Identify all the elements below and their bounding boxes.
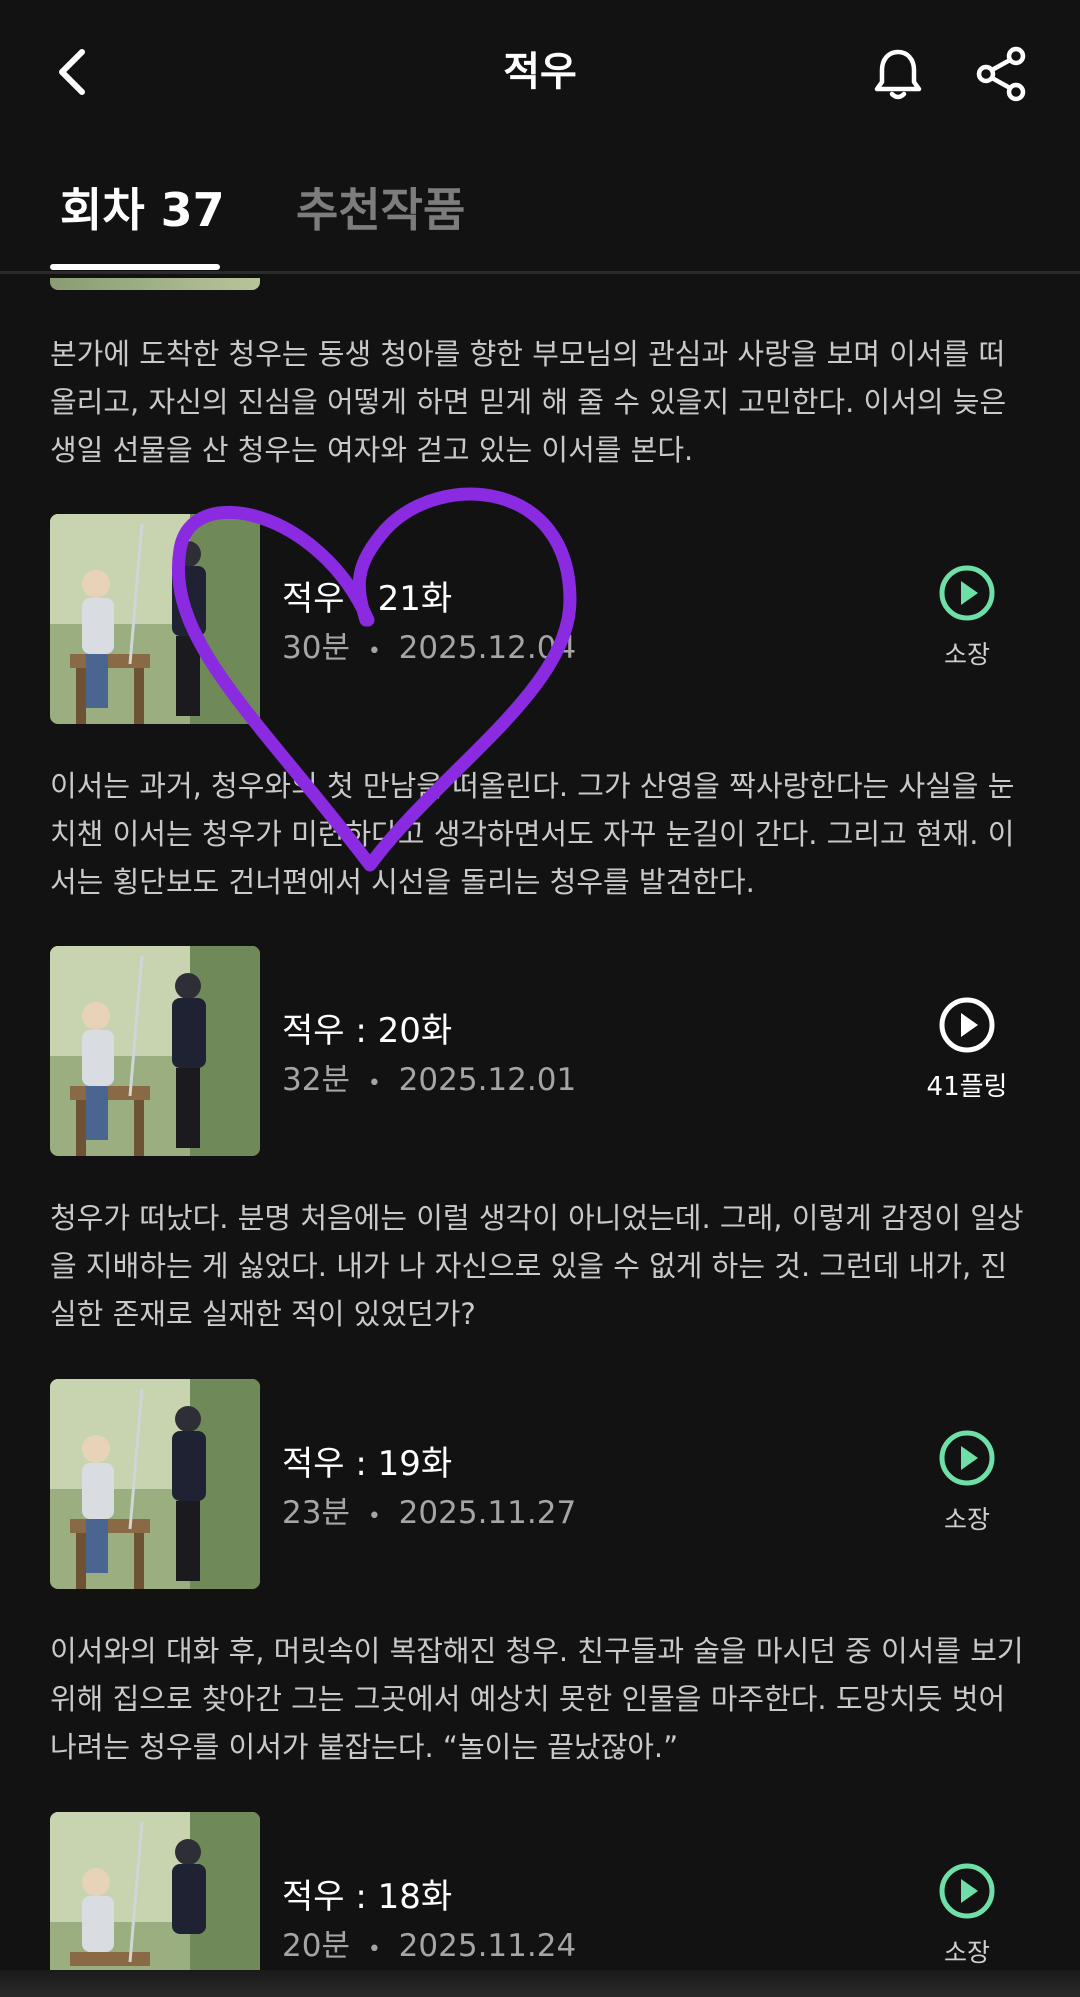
episode-duration: 23분 (282, 1495, 350, 1531)
play-circle-icon (939, 565, 995, 621)
episode-description: 이서와의 대화 후, 머릿속이 복잡해진 청우. 친구들과 술을 마시던 중 이… (50, 1634, 1024, 1764)
owned-status-label: 소장 (943, 1505, 990, 1534)
play-circle-icon (939, 1863, 995, 1919)
bell-icon (874, 49, 922, 100)
active-tab-indicator (50, 264, 220, 270)
episode-description: 청우가 떠났다. 분명 처음에는 이럴 생각이 아니었는데. 그래, 이렇게 감… (50, 1201, 1024, 1331)
episode-title: 적우 : 21화 (282, 579, 453, 619)
episode-thumbnail (50, 946, 260, 1156)
episode-meta: 23분 • 2025.11.27 (282, 1491, 576, 1539)
episode-duration: 30분 (282, 630, 350, 666)
episode-thumbnail (50, 1812, 260, 1970)
play-button[interactable] (938, 1429, 996, 1487)
episode-item-18[interactable]: 적우 : 18화 20분 • 2025.11.24 소장 (0, 1812, 1080, 1970)
tab-recommended[interactable]: 추천작품 (296, 180, 465, 240)
share-button[interactable] (972, 44, 1032, 104)
bottom-shadow (0, 1970, 1080, 1997)
meta-separator: • (367, 1071, 381, 1096)
episode-thumbnail-partial (50, 278, 260, 290)
episode-item-20[interactable]: 적우 : 20화 32분 • 2025.12.01 41플링 (0, 946, 1080, 1158)
notification-button[interactable] (868, 44, 928, 104)
episode-title: 적우 : 18화 (282, 1877, 453, 1917)
episode-title: 적우 : 19화 (282, 1444, 453, 1484)
episode-thumbnail (50, 514, 260, 724)
episode-date: 2025.12.01 (398, 1062, 577, 1098)
play-button[interactable] (938, 996, 996, 1054)
price-label: 41플링 (926, 1072, 1008, 1102)
episode-meta: 32분 • 2025.12.01 (282, 1058, 576, 1106)
owned-status-label: 소장 (943, 640, 990, 669)
episode-date: 2025.11.24 (398, 1928, 577, 1964)
share-icon (976, 46, 1026, 102)
meta-separator: • (367, 1504, 381, 1529)
episode-description: 본가에 도착한 청우는 동생 청아를 향한 부모님의 관심과 사랑을 보며 이서… (50, 337, 1007, 467)
episode-thumbnail (50, 1379, 260, 1589)
episode-date: 2025.12.04 (398, 630, 577, 666)
play-button[interactable] (938, 1862, 996, 1920)
tab-episodes[interactable]: 회차 37 (60, 180, 225, 240)
play-button[interactable] (938, 564, 996, 622)
play-circle-icon (939, 997, 995, 1053)
play-circle-icon (939, 1430, 995, 1486)
episode-description: 이서는 과거, 청우와의 첫 만남을 떠올린다. 그가 산영을 짝사랑한다는 사… (50, 769, 1015, 899)
episode-duration: 20분 (282, 1928, 350, 1964)
episode-date: 2025.11.27 (398, 1495, 577, 1531)
episode-meta: 30분 • 2025.12.04 (282, 626, 576, 674)
episode-meta: 20분 • 2025.11.24 (282, 1924, 576, 1970)
episode-title: 적우 : 20화 (282, 1011, 453, 1051)
meta-separator: • (367, 1937, 381, 1962)
chevron-left-icon (59, 49, 85, 95)
back-button[interactable] (48, 44, 104, 100)
top-app-bar: 적우 (0, 0, 1080, 150)
meta-separator: • (367, 639, 381, 664)
episode-item-21[interactable]: 적우 : 21화 30분 • 2025.12.04 소장 (0, 514, 1080, 726)
episode-item-19[interactable]: 적우 : 19화 23분 • 2025.11.27 소장 (0, 1379, 1080, 1591)
tab-bar: 회차 37 추천작품 (0, 160, 1080, 274)
episode-duration: 32분 (282, 1062, 350, 1098)
owned-status-label: 소장 (943, 1938, 990, 1967)
